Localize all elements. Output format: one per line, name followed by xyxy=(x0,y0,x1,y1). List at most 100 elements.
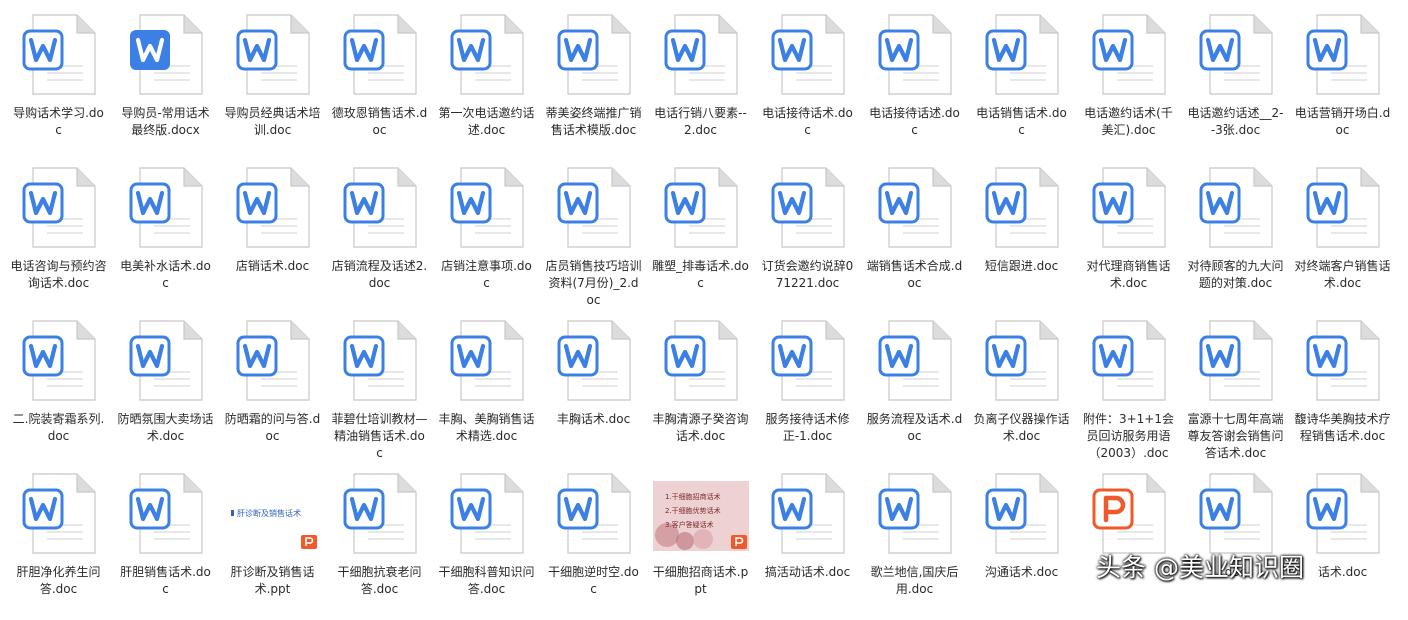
file-item[interactable]: 肝胆销售话术.doc xyxy=(112,467,219,620)
file-item[interactable]: 附件：3+1+1会员回访服务用语（2003）.doc xyxy=(1075,314,1182,467)
word-doc-icon xyxy=(1305,14,1381,96)
file-item[interactable]: 歌兰地信,国庆后用.doc xyxy=(861,467,968,620)
file-name: 导购员经典话术培训.doc xyxy=(224,106,321,137)
file-item[interactable]: 雕塑_排毒话术.doc xyxy=(647,161,754,314)
file-item[interactable]: doc xyxy=(1182,467,1289,620)
file-item[interactable]: 对待顾客的九大问题的对策.doc xyxy=(1182,161,1289,314)
file-item[interactable]: 馥诗华美胸技术疗程销售话术.doc xyxy=(1289,314,1396,467)
file-item[interactable]: 端销售话术合成.doc xyxy=(861,161,968,314)
word-doc-icon xyxy=(984,320,1060,402)
file-item[interactable]: 订货会邀约说辞071221.doc xyxy=(754,161,861,314)
word-doc-icon xyxy=(984,167,1060,249)
file-item[interactable]: 干细胞科普知识问答.doc xyxy=(433,467,540,620)
file-item[interactable]: 德玫恩销售话术.doc xyxy=(326,8,433,161)
word-doc-icon xyxy=(342,14,418,96)
file-item[interactable]: 干细胞逆时空.doc xyxy=(540,467,647,620)
file-item[interactable]: 导购话术学习.doc xyxy=(5,8,112,161)
file-item[interactable]: 电话接待话术.doc xyxy=(754,8,861,161)
file-name: 电话咨询与预约咨询话术.doc xyxy=(10,259,107,290)
ppt-thumb-line: 3.客户答疑话术 xyxy=(665,520,714,529)
file-item[interactable]: 短信跟进.doc xyxy=(968,161,1075,314)
file-item[interactable]: 电话销售话术.doc xyxy=(968,8,1075,161)
file-item[interactable]: 服务流程及话术.doc xyxy=(861,314,968,467)
word-doc-icon xyxy=(663,167,739,249)
file-item[interactable]: 丰胸话术.doc xyxy=(540,314,647,467)
file-item[interactable]: 防晒霜的问与答.doc xyxy=(219,314,326,467)
word-doc-icon xyxy=(1305,167,1381,249)
file-name: 蒂美姿终端推广销售话术模版.doc xyxy=(545,106,642,137)
file-item[interactable]: 电话接待话述.doc xyxy=(861,8,968,161)
file-item[interactable]: 沟通话术.doc xyxy=(968,467,1075,620)
file-name: 服务接待话术修正-1.doc xyxy=(765,412,850,443)
file-name: 负离子仪器操作话术.doc xyxy=(973,412,1070,443)
word-doc-icon xyxy=(449,473,525,555)
word-doc-icon xyxy=(1198,167,1274,249)
file-item[interactable]: 电话行销八要素--2.doc xyxy=(647,8,754,161)
file-item[interactable]: 蒂美姿终端推广销售话术模版.doc xyxy=(540,8,647,161)
word-doc-icon xyxy=(984,14,1060,96)
file-item[interactable]: 电话邀约话术(千美汇).doc xyxy=(1075,8,1182,161)
ppt-slide-thumbnail: 肝诊断及销售话术 xyxy=(227,473,319,555)
file-item[interactable]: 对终端客户销售话术.doc xyxy=(1289,161,1396,314)
word-doc-icon xyxy=(770,320,846,402)
word-doc-icon xyxy=(1091,14,1167,96)
file-item[interactable]: 服务接待话术修正-1.doc xyxy=(754,314,861,467)
word-doc-icon xyxy=(877,14,953,96)
file-item[interactable]: 电话邀约话述__2--3张.doc xyxy=(1182,8,1289,161)
word-doc-icon xyxy=(21,14,97,96)
file-item[interactable]: 肝诊断及销售话术 肝诊断及销售话术.ppt xyxy=(219,467,326,620)
file-name: 店员销售技巧培训资料(7月份)_2.doc xyxy=(545,259,642,307)
file-item[interactable]: 防晒氛围大卖场话术.doc xyxy=(112,314,219,467)
file-item[interactable]: 导购员经典话术培训.doc xyxy=(219,8,326,161)
file-item[interactable] xyxy=(1075,467,1182,620)
file-name: 电美补水话术.doc xyxy=(120,259,211,290)
word-doc-icon xyxy=(663,320,739,402)
file-item[interactable]: 菲碧仕培训教材—精油销售话术.doc xyxy=(326,314,433,467)
file-item[interactable]: 丰胸清源子癸咨询话术.doc xyxy=(647,314,754,467)
file-name: 防晒氛围大卖场话术.doc xyxy=(117,412,214,443)
file-name: 对待顾客的九大问题的对策.doc xyxy=(1187,259,1284,290)
file-item[interactable]: 店员销售技巧培训资料(7月份)_2.doc xyxy=(540,161,647,314)
word-doc-icon xyxy=(128,14,204,96)
file-item[interactable]: 导购员-常用话术最终版.docx xyxy=(112,8,219,161)
file-name: 短信跟进.doc xyxy=(984,259,1059,273)
ppt-slide-thumbnail: 1.干细胞招商话术 2.干细胞优势话术 3.客户答疑话术 xyxy=(653,473,749,555)
file-name: 店销注意事项.doc xyxy=(441,259,532,290)
file-item[interactable]: 店销流程及话述2.doc xyxy=(326,161,433,314)
word-doc-icon xyxy=(556,167,632,249)
file-item[interactable]: 负离子仪器操作话术.doc xyxy=(968,314,1075,467)
file-name: 订货会邀约说辞071221.doc xyxy=(761,259,854,290)
file-name: 服务流程及话术.doc xyxy=(866,412,963,443)
ppt-file-icon xyxy=(1091,473,1167,555)
file-item[interactable]: 肝胆净化养生问答.doc xyxy=(5,467,112,620)
file-item[interactable]: 二.院装寄霜系列.doc xyxy=(5,314,112,467)
word-doc-icon xyxy=(449,167,525,249)
word-doc-icon xyxy=(21,320,97,402)
file-name: 店销流程及话述2.doc xyxy=(331,259,428,290)
file-name: 歌兰地信,国庆后用.doc xyxy=(870,565,959,596)
file-item[interactable]: 对代理商销售话术.doc xyxy=(1075,161,1182,314)
file-item[interactable]: 富源十七周年高端尊友答谢会销售问答话术.doc xyxy=(1182,314,1289,467)
file-item[interactable]: 电话咨询与预约咨询话术.doc xyxy=(5,161,112,314)
file-item[interactable]: 店销注意事项.doc xyxy=(433,161,540,314)
file-name: 菲碧仕培训教材—精油销售话术.doc xyxy=(331,412,428,460)
word-doc-icon xyxy=(770,167,846,249)
word-doc-icon xyxy=(128,320,204,402)
file-name: 话术.doc xyxy=(1317,565,1368,579)
file-name: 电话行销八要素--2.doc xyxy=(654,106,747,137)
word-doc-icon xyxy=(342,473,418,555)
file-item[interactable]: 1.干细胞招商话术 2.干细胞优势话术 3.客户答疑话术 干细胞招商话术.ppt xyxy=(647,467,754,620)
word-doc-icon xyxy=(342,320,418,402)
file-item[interactable]: 丰胸、美胸销售话术精选.doc xyxy=(433,314,540,467)
file-item[interactable]: 干细胞抗衰老问答.doc xyxy=(326,467,433,620)
file-item[interactable]: 话术.doc xyxy=(1289,467,1396,620)
file-item[interactable]: 电话营销开场白.doc xyxy=(1289,8,1396,161)
file-item[interactable]: 电美补水话术.doc xyxy=(112,161,219,314)
file-item[interactable]: 搞活动话术.doc xyxy=(754,467,861,620)
file-item[interactable]: 第一次电话邀约话述.doc xyxy=(433,8,540,161)
word-doc-icon xyxy=(21,167,97,249)
word-doc-icon xyxy=(663,14,739,96)
file-item[interactable]: 店销话术.doc xyxy=(219,161,326,314)
file-name: 干细胞逆时空.doc xyxy=(548,565,639,596)
word-doc-icon xyxy=(1198,14,1274,96)
